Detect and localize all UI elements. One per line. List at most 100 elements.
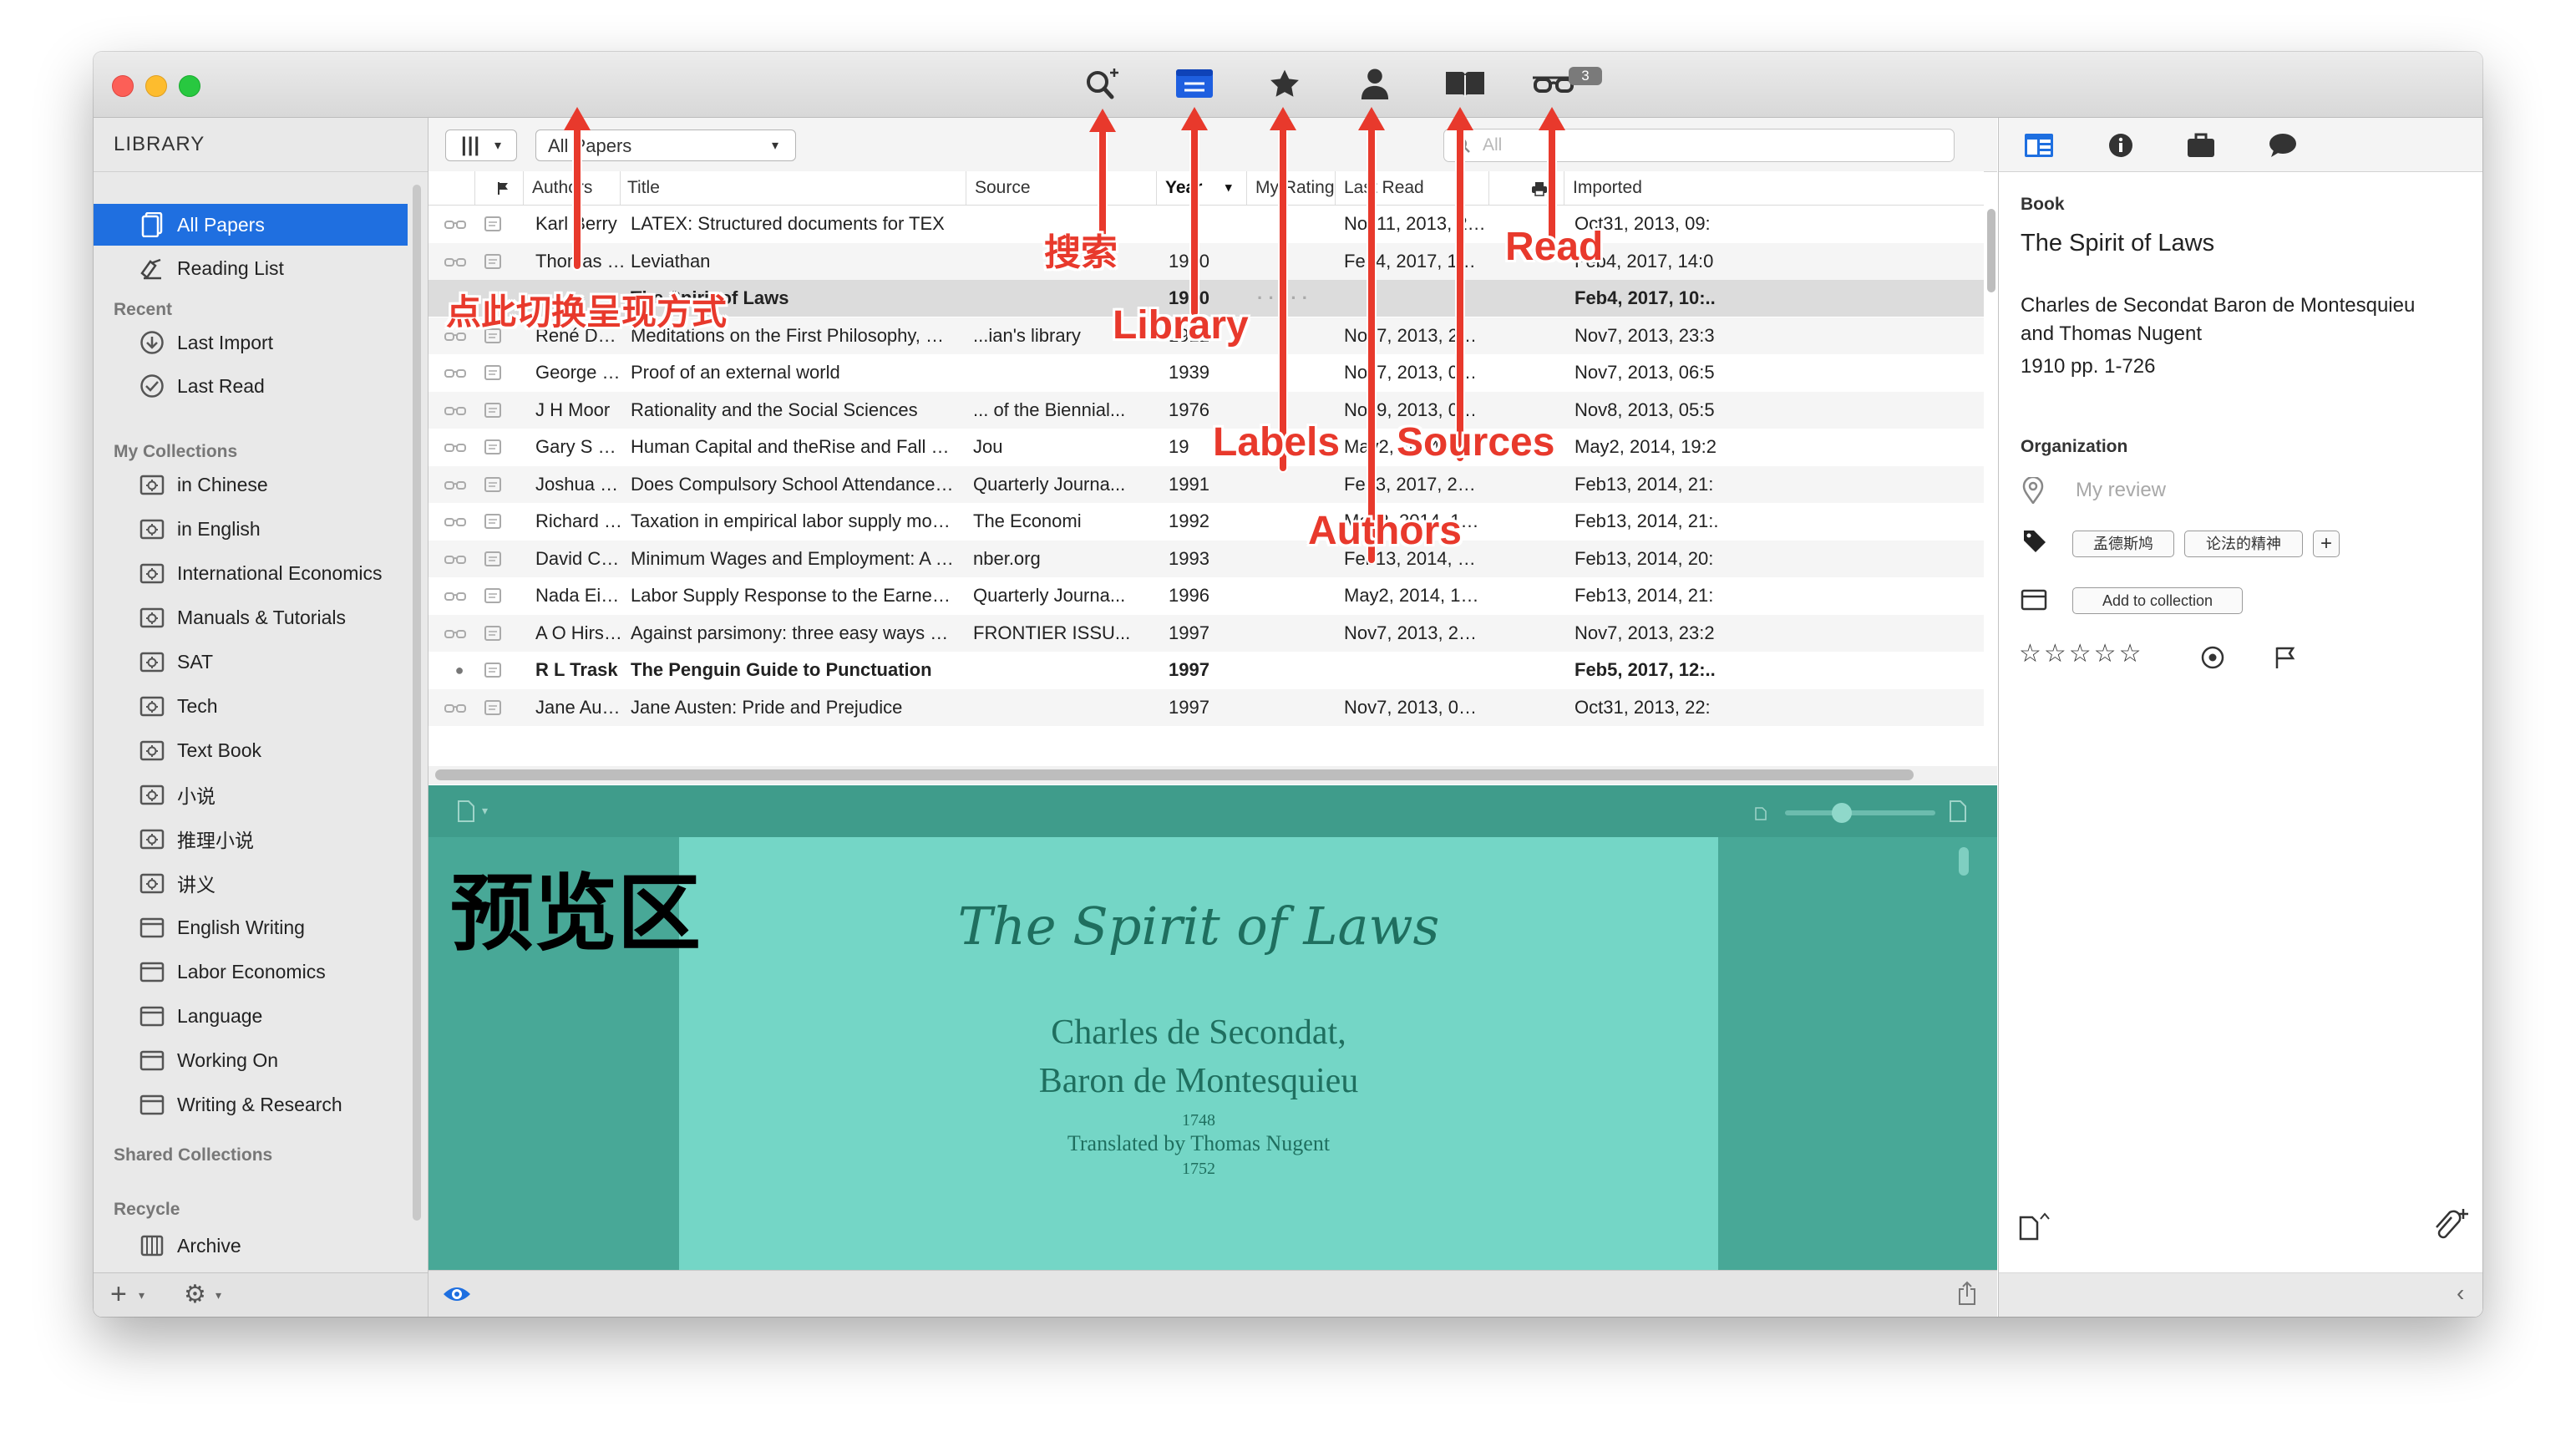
search-field[interactable]: All: [1443, 129, 1955, 162]
table-row[interactable]: Richard Blundell...Taxation in empirical…: [428, 503, 1984, 540]
table-row[interactable]: Nada Eissa and...Labor Supply Response t…: [428, 577, 1984, 614]
gear-icon[interactable]: ⚙: [184, 1280, 206, 1309]
info-icon: [2109, 134, 2132, 157]
printer-icon: [1532, 182, 1547, 196]
flag-icon[interactable]: [2274, 646, 2296, 669]
imported-cell: Feb4, 2017, 10:..: [1575, 287, 1716, 308]
sidebar-item-reading-list[interactable]: Reading List: [94, 247, 408, 289]
target-icon[interactable]: [2201, 646, 2224, 669]
sort-chevron-icon: ▾: [1225, 180, 1232, 195]
sidebar-collection-item[interactable]: Tech: [94, 685, 408, 727]
paper-type-icon: [484, 253, 501, 269]
sidebar-collection-item[interactable]: International Economics: [94, 552, 408, 594]
sidebar-collection-item[interactable]: Manuals & Tutorials: [94, 597, 408, 638]
chevron-down-icon[interactable]: ▾: [482, 804, 488, 818]
sidebar-collection-item[interactable]: in Chinese: [94, 464, 408, 505]
sidebar-collection-item[interactable]: SAT: [94, 641, 408, 683]
view-toggle-button[interactable]: ||| ▾: [445, 129, 517, 161]
add-menu-chevron-icon[interactable]: ▾: [139, 1288, 145, 1302]
sidebar-item-all-papers[interactable]: All Papers: [94, 204, 408, 246]
zoom-out-page-icon[interactable]: [1755, 807, 1767, 820]
zoom-window-button[interactable]: [179, 75, 200, 97]
eye-icon[interactable]: [442, 1284, 472, 1304]
sidebar-collection-item[interactable]: 推理小说: [94, 818, 408, 860]
sidebar-collection-item[interactable]: Labor Economics: [94, 951, 408, 993]
read-status-column-header[interactable]: [447, 171, 475, 205]
sidebar-collection-item[interactable]: in English: [94, 508, 408, 550]
book-icon[interactable]: [1442, 65, 1488, 102]
imported-cell: Feb13, 2014, 21:.: [1575, 510, 1719, 531]
rating-stars[interactable]: ☆☆☆☆☆: [2019, 639, 2143, 668]
close-window-button[interactable]: [112, 75, 134, 97]
year-column-header[interactable]: Year ▾: [1157, 171, 1247, 205]
table-row[interactable]: David Card and...Minimum Wages and Emplo…: [428, 540, 1984, 577]
source-column-header[interactable]: Source: [966, 171, 1157, 205]
paperclip-add-icon[interactable]: [2431, 1207, 2470, 1239]
sidebar-scrollbar[interactable]: [413, 185, 421, 1221]
add-to-collection-button[interactable]: Add to collection: [2072, 587, 2243, 614]
document-icon[interactable]: [457, 800, 475, 822]
sidebar-collection-item[interactable]: Language: [94, 995, 408, 1037]
preview-scrollbar[interactable]: [1959, 847, 1969, 876]
zoom-slider[interactable]: [1785, 810, 1935, 815]
sidebar-collection-item[interactable]: 小说: [94, 774, 408, 815]
last-read-column-header[interactable]: Last Read: [1336, 171, 1489, 205]
search-add-icon[interactable]: [1079, 65, 1126, 102]
author-cell: George Edward...: [535, 362, 626, 383]
sidebar-collection-item[interactable]: Writing & Research: [94, 1084, 408, 1125]
sidebar-collection-item[interactable]: Working On: [94, 1039, 408, 1081]
tab-supplements[interactable]: [2184, 131, 2218, 160]
table-row[interactable]: Karl Berry LATEX: Structured documents fo…: [428, 206, 1984, 242]
tab-details[interactable]: [2104, 131, 2137, 160]
title-column-header[interactable]: Title: [619, 171, 966, 205]
table-row[interactable]: J H Moor Rationality and the Social Scien…: [428, 391, 1984, 429]
folder-icon: [139, 1048, 165, 1073]
item-authors[interactable]: Charles de Secondat Baron de Montesquieu…: [2021, 292, 2438, 348]
tag-chip[interactable]: 孟德斯鸠: [2072, 531, 2174, 557]
sidebar-item-last-read[interactable]: Last Read: [94, 365, 408, 407]
author-cell: Karl Berry: [535, 213, 617, 234]
add-tag-button[interactable]: +: [2313, 531, 2340, 557]
authors-column-header[interactable]: Authors: [524, 171, 621, 205]
zoom-slider-thumb[interactable]: [1832, 803, 1852, 823]
table-row[interactable]: George Edward...Proof of an external wor…: [428, 354, 1984, 391]
pdf-page: The Spirit of Laws Charles de Secondat, …: [679, 837, 1718, 1298]
share-icon[interactable]: [1957, 1281, 1977, 1306]
sidebar-collection-item[interactable]: 讲义: [94, 862, 408, 904]
item-title[interactable]: The Spirit of Laws: [2021, 230, 2214, 257]
imported-column-header[interactable]: Imported: [1564, 171, 1984, 205]
chevron-left-icon[interactable]: ‹: [2457, 1280, 2464, 1307]
sidebar-collection-item[interactable]: English Writing: [94, 906, 408, 948]
sidebar-item-last-import[interactable]: Last Import: [94, 322, 408, 363]
source-cell: FRONTIER ISSU...: [973, 622, 1131, 643]
person-icon[interactable]: [1351, 65, 1398, 102]
horizontal-scroll-thumb[interactable]: [435, 769, 1914, 780]
settings-menu-chevron-icon[interactable]: ▾: [216, 1288, 221, 1302]
sidebar-item-archive[interactable]: Archive: [94, 1225, 408, 1267]
table-row[interactable]: Jane AustenJane Austen: Pride and Prejud…: [428, 688, 1984, 726]
my-review-field[interactable]: My review: [2076, 479, 2166, 502]
library-icon[interactable]: [1171, 65, 1218, 102]
sidebar-collection-item[interactable]: Text Book: [94, 729, 408, 771]
sidebar-item-label: 讲义: [177, 874, 216, 896]
tag-chip[interactable]: 论法的精神: [2184, 531, 2303, 557]
file-attachment-icon[interactable]: [2019, 1211, 2052, 1241]
zoom-in-page-icon[interactable]: [1949, 800, 1967, 822]
tab-notes[interactable]: [2266, 131, 2300, 160]
table-row[interactable]: ● R L Trask The Penguin Guide to Punctuati…: [428, 652, 1984, 688]
table-horizontal-scrollbar[interactable]: [428, 766, 1997, 784]
table-row[interactable]: A O HirschmanAgainst parsimony: three ea…: [428, 614, 1984, 652]
minimize-window-button[interactable]: [145, 75, 167, 97]
rating-column-header[interactable]: My Rating: [1247, 171, 1336, 205]
paper-type-icon: [484, 365, 501, 380]
flag-column-header[interactable]: [475, 171, 524, 205]
table-vertical-scrollbar[interactable]: [1987, 209, 1995, 292]
table-row[interactable]: Gary S Becker a...Human Capital and theR…: [428, 429, 1984, 465]
tab-info-overview[interactable]: [2022, 131, 2056, 160]
add-collection-button[interactable]: +: [110, 1278, 127, 1311]
table-row[interactable]: Joshua D Angris...Does Compulsory School…: [428, 465, 1984, 503]
year-cell: 1997: [1169, 696, 1209, 718]
table-row[interactable]: Thomas HobbesLeviathan 1910 Feb4, 2017, 14…: [428, 242, 1984, 280]
item-publication[interactable]: 1910 pp. 1-726: [2021, 355, 2155, 378]
star-icon[interactable]: [1261, 65, 1308, 102]
